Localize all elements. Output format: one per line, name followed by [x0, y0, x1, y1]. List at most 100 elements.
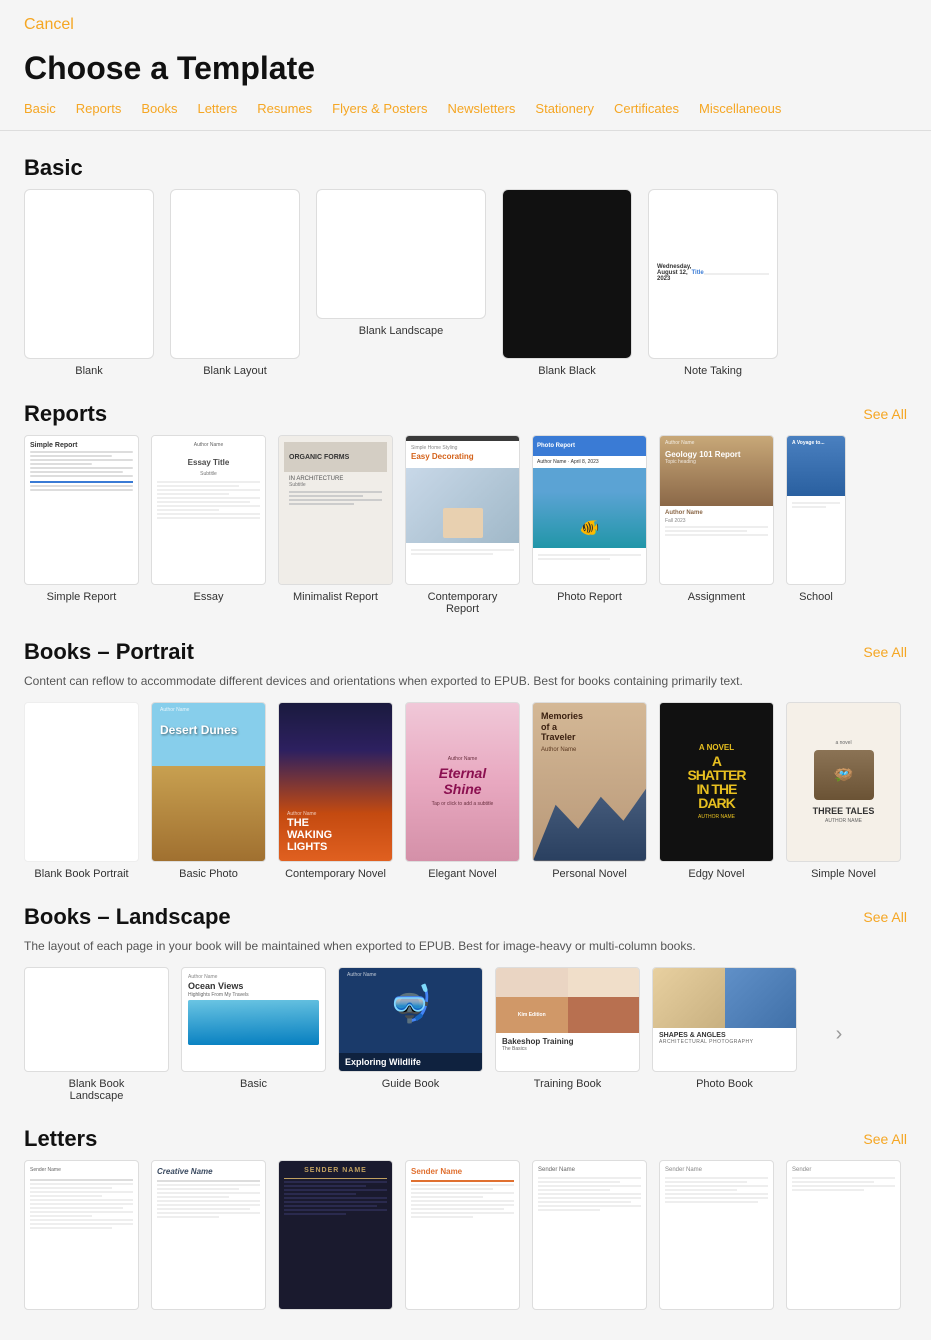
tab-resumes[interactable]: Resumes [249, 99, 320, 118]
template-essay[interactable]: Author Name Essay Title Subtitle [151, 435, 266, 615]
tab-books[interactable]: Books [133, 99, 185, 118]
template-school[interactable]: A Voyage to... School [786, 435, 846, 615]
template-blank-layout[interactable]: Blank Layout [170, 189, 300, 377]
tab-stationery[interactable]: Stationery [527, 99, 602, 118]
template-simple-novel[interactable]: a novel 🪺 THREE TALES AUTHOR NAME Simple… [786, 702, 901, 880]
template-label: Simple Novel [811, 868, 876, 880]
template-label: Elegant Novel [428, 868, 497, 880]
reports-see-all[interactable]: See All [863, 406, 907, 422]
template-guide-book[interactable]: Author Name 🤿 Exploring Wildlife Guide B… [338, 967, 483, 1102]
template-blank[interactable]: Blank [24, 189, 154, 377]
template-letter-4[interactable]: Sender Name [405, 1160, 520, 1316]
books-landscape-section: Books – Landscape See All The layout of … [24, 904, 907, 1102]
tab-basic[interactable]: Basic [24, 99, 64, 118]
template-label: Minimalist Report [293, 591, 378, 603]
template-contemporary-novel[interactable]: Author Name THEWAKINGLIGHTS Contemporary… [278, 702, 393, 880]
reports-section: Reports See All Simple Report [24, 401, 907, 615]
pb-title-text: SHAPES & ANGLES [659, 1032, 790, 1039]
template-label: Basic Photo [179, 868, 238, 880]
letters-section: Letters See All Sender Name [24, 1126, 907, 1316]
template-elegant-novel[interactable]: Author Name EternalShine Tap or click to… [405, 702, 520, 880]
template-label: Training Book [534, 1078, 601, 1090]
letter-7-thumb: Sender [786, 1160, 901, 1310]
template-training-book[interactable]: Kim Edition Bakeshop Training The Basics… [495, 967, 640, 1102]
books-portrait-see-all[interactable]: See All [863, 644, 907, 660]
template-letter-1[interactable]: Sender Name [24, 1160, 139, 1316]
template-assignment[interactable]: Author Name Geology 101 Report Topic hea… [659, 435, 774, 615]
template-blank-landscape[interactable]: Blank Landscape [316, 189, 486, 377]
template-edgy-novel[interactable]: A NOVEL ASHATTERIN THEDARK AUTHOR NAME E… [659, 702, 774, 880]
sn-author-text: AUTHOR NAME [825, 818, 862, 824]
template-photo-book[interactable]: SHAPES & ANGLES ARCHITECTURAL PHOTOGRAPH… [652, 967, 797, 1102]
template-label: Blank [75, 365, 103, 377]
blank-layout-thumb [170, 189, 300, 359]
letters-see-all[interactable]: See All [863, 1131, 907, 1147]
elegant-thumb: Author Name EternalShine Tap or click to… [405, 702, 520, 862]
template-label: Blank Landscape [359, 325, 443, 337]
waking-lights-thumb: Author Name THEWAKINGLIGHTS [278, 702, 393, 862]
template-blank-black[interactable]: Blank Black [502, 189, 632, 377]
template-blank-book-portrait[interactable]: Blank Book Portrait [24, 702, 139, 880]
pb-left [653, 968, 725, 1028]
template-blank-book-landscape[interactable]: Blank Book Landscape [24, 967, 169, 1102]
template-letter-6[interactable]: Sender Name [659, 1160, 774, 1316]
blank-black-thumb [502, 189, 632, 359]
template-personal-novel[interactable]: Memoriesof aTraveler Author Name Persona… [532, 702, 647, 880]
template-letter-5[interactable]: Sender Name [532, 1160, 647, 1316]
tab-flyers[interactable]: Flyers & Posters [324, 99, 435, 118]
template-letter-7[interactable]: Sender [786, 1160, 901, 1316]
content-area: Basic Blank Blank Layout Blank Landscape… [0, 155, 931, 1316]
template-label: Simple Report [47, 591, 117, 603]
tab-letters[interactable]: Letters [189, 99, 245, 118]
template-simple-report[interactable]: Simple Report Simple Report [24, 435, 139, 615]
letter-5-thumb: Sender Name [532, 1160, 647, 1310]
letter-2-thumb: Creative Name [151, 1160, 266, 1310]
assignment-thumb: Author Name Geology 101 Report Topic hea… [659, 435, 774, 585]
blank-book-portrait-thumb [24, 702, 139, 862]
tab-certificates[interactable]: Certificates [606, 99, 687, 118]
books-landscape-see-all[interactable]: See All [863, 909, 907, 925]
template-note-taking[interactable]: Wednesday, August 12, 2023 Title Note Ta… [648, 189, 778, 377]
minimalist-report-thumb: ORGANIC FORMS IN ARCHITECTURE Subtitle [278, 435, 393, 585]
contemporary-report-thumb: Simple Home Styling Easy Decorating [405, 435, 520, 585]
blank-thumb [24, 189, 154, 359]
template-letter-2[interactable]: Creative Name [151, 1160, 266, 1316]
template-basic-landscape[interactable]: Author Name Ocean Views Highlights From … [181, 967, 326, 1102]
personal-thumb: Memoriesof aTraveler Author Name [532, 702, 647, 862]
pt-title-text: Memoriesof aTraveler [541, 711, 638, 743]
tab-reports[interactable]: Reports [68, 99, 130, 118]
tab-newsletters[interactable]: Newsletters [440, 99, 524, 118]
letters-section-header: Letters See All [24, 1126, 907, 1152]
template-label: Contemporary Report [413, 591, 513, 615]
sn-top-text: a novel [835, 740, 851, 746]
edgy-title-text: ASHATTERIN THEDARK [687, 754, 745, 810]
template-label: School [799, 591, 833, 603]
note-taking-thumb: Wednesday, August 12, 2023 Title [648, 189, 778, 359]
sn-title-text: THREE TALES [813, 806, 875, 816]
reports-section-header: Reports See All [24, 401, 907, 427]
training-book-thumb: Kim Edition Bakeshop Training The Basics [495, 967, 640, 1072]
template-photo-report[interactable]: Photo Report Author Name · April 8, 2023… [532, 435, 647, 615]
books-portrait-section-title: Books – Portrait [24, 639, 194, 665]
template-contemporary-report[interactable]: Simple Home Styling Easy Decorating Cont… [405, 435, 520, 615]
nav-tabs: Basic Reports Books Letters Resumes Flye… [0, 99, 931, 131]
letter-4-thumb: Sender Name [405, 1160, 520, 1310]
letter-6-thumb: Sender Name [659, 1160, 774, 1310]
template-label: Contemporary Novel [285, 868, 386, 880]
elegant-title-text: EternalShine [439, 766, 486, 797]
template-basic-photo[interactable]: Author Name Desert Dunes Basic Photo [151, 702, 266, 880]
template-minimalist-report[interactable]: ORGANIC FORMS IN ARCHITECTURE Subtitle M… [278, 435, 393, 615]
simple-novel-thumb: a novel 🪺 THREE TALES AUTHOR NAME [786, 702, 901, 862]
pb-footer: SHAPES & ANGLES ARCHITECTURAL PHOTOGRAPH… [653, 1028, 796, 1049]
tab-miscellaneous[interactable]: Miscellaneous [691, 99, 789, 118]
basic-landscape-thumb: Author Name Ocean Views Highlights From … [181, 967, 326, 1072]
basic-template-grid: Blank Blank Layout Blank Landscape Blank… [24, 189, 907, 377]
basic-section: Basic Blank Blank Layout Blank Landscape… [24, 155, 907, 377]
essay-thumb: Author Name Essay Title Subtitle [151, 435, 266, 585]
desert-dunes-thumb: Author Name Desert Dunes [151, 702, 266, 862]
sn-egg-icon: 🪺 [834, 765, 854, 785]
edgy-thumb: A NOVEL ASHATTERIN THEDARK AUTHOR NAME [659, 702, 774, 862]
cancel-button[interactable]: Cancel [24, 16, 74, 34]
template-letter-3[interactable]: SENDER NAME [278, 1160, 393, 1316]
books-portrait-subtitle: Content can reflow to accommodate differ… [24, 673, 907, 690]
